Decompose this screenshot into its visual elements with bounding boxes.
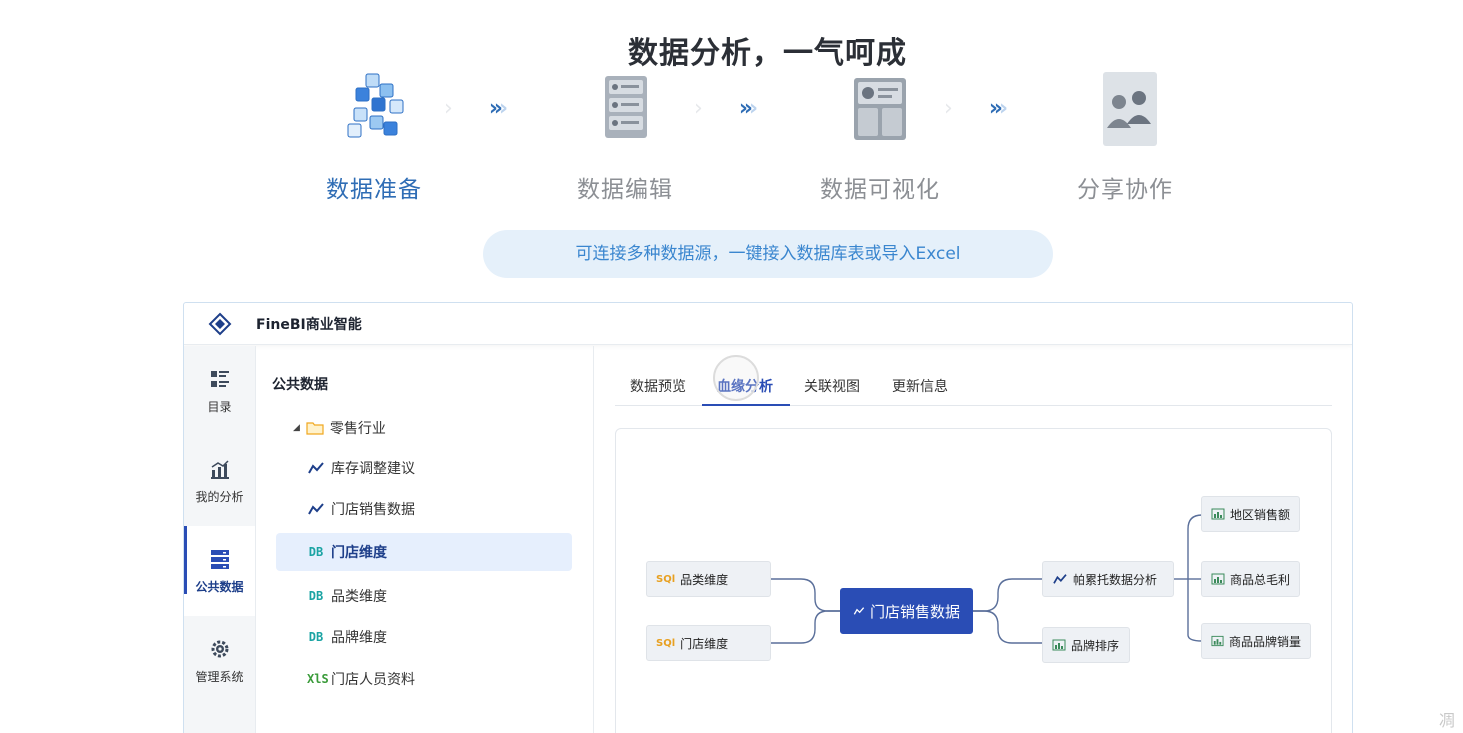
step-label: 数据编辑 xyxy=(577,177,673,203)
excel-icon: XlS xyxy=(307,672,329,686)
node-label: 帕累托数据分析 xyxy=(1073,572,1158,587)
step-share[interactable]: 分享协作 xyxy=(1045,66,1205,204)
analysis-trend-icon xyxy=(1053,574,1067,584)
step-data-edit[interactable]: 数据编辑 xyxy=(545,66,705,204)
sql-icon: SQl xyxy=(656,573,676,585)
tree-item-label: 品类维度 xyxy=(331,589,387,605)
process-steps: 数据准备 › ››› 数据编辑 › ››› 数据可视化 › ››› 分享协作 xyxy=(0,66,1463,206)
step-data-prep[interactable]: 数据准备 xyxy=(294,66,454,204)
db-table-icon: DB xyxy=(308,589,324,603)
tab-relation-view[interactable]: 关联视图 xyxy=(804,376,860,396)
tree-item[interactable]: XlS 门店人员资料 xyxy=(307,660,415,698)
nav-label: 管理系统 xyxy=(195,669,244,684)
tree-item-label: 门店人员资料 xyxy=(331,672,415,688)
lineage-center-node[interactable]: 门店销售数据 xyxy=(840,588,973,634)
component-chart-icon xyxy=(1211,573,1225,585)
node-label: 品类维度 xyxy=(680,572,729,587)
cubes-icon xyxy=(334,66,414,148)
tab-data-preview[interactable]: 数据预览 xyxy=(630,376,686,396)
watermark: 凋 xyxy=(1438,711,1455,730)
lineage-output-node[interactable]: 帕累托数据分析 xyxy=(1042,561,1174,597)
step-label: 数据可视化 xyxy=(820,177,940,203)
active-tab-indicator xyxy=(702,404,790,406)
tree-item-label: 零售行业 xyxy=(329,421,386,437)
db-table-icon: DB xyxy=(308,545,324,559)
tree-item-selected[interactable]: DB 门店维度 xyxy=(276,533,572,571)
tab-bar: 数据预览 血缘分析 关联视图 更新信息 xyxy=(615,355,1332,406)
tree-item-label: 门店维度 xyxy=(331,545,387,561)
dashboard-icon xyxy=(840,66,920,148)
nav-label: 公共数据 xyxy=(195,579,244,594)
tree-item-label: 库存调整建议 xyxy=(331,461,415,477)
app-header: FineBI商业智能 xyxy=(184,303,1352,345)
nav-public-data[interactable]: 公共数据 xyxy=(184,526,255,616)
main-panel: 数据预览 血缘分析 关联视图 更新信息 SQl 品类维度 SQl 门店维度 门店… xyxy=(595,346,1352,733)
step-arrow-icon: › ››› xyxy=(444,96,508,121)
lineage-source-node[interactable]: SQl 门店维度 xyxy=(646,625,771,661)
tree-folder[interactable]: ◢ 零售行业 xyxy=(293,409,386,447)
tree-item-label: 门店销售数据 xyxy=(331,502,415,518)
analysis-trend-icon xyxy=(308,503,324,515)
nav-admin[interactable]: 管理系统 xyxy=(184,616,255,706)
tab-update-info[interactable]: 更新信息 xyxy=(892,376,948,396)
step-label: 数据准备 xyxy=(326,177,422,203)
folder-icon xyxy=(306,422,324,435)
nav-catalog[interactable]: 目录 xyxy=(184,346,255,436)
lineage-leaf-node[interactable]: 商品品牌销量 xyxy=(1201,623,1311,659)
nav-rail: 目录 我的分析 公共数据 管理系统 xyxy=(184,346,256,733)
analysis-trend-icon xyxy=(853,607,865,615)
node-label: 品牌排序 xyxy=(1071,638,1120,653)
database-icon xyxy=(210,549,229,569)
step-label: 分享协作 xyxy=(1077,177,1173,203)
node-label: 商品品牌销量 xyxy=(1228,634,1301,649)
step-arrow-icon: › ››› xyxy=(944,96,1008,121)
node-label: 门店销售数据 xyxy=(869,602,960,621)
node-label: 门店维度 xyxy=(680,636,729,651)
node-label: 地区销售额 xyxy=(1229,507,1290,522)
app-window: FineBI商业智能 目录 我的分析 公共数据 管理系统 公共数据 ◢ 零售行业… xyxy=(183,302,1353,733)
lineage-leaf-node[interactable]: 地区销售额 xyxy=(1201,496,1300,532)
node-label: 商品总毛利 xyxy=(1229,572,1290,587)
app-title: FineBI商业智能 xyxy=(256,316,362,333)
tree-item[interactable]: DB 品类维度 xyxy=(307,577,387,615)
step-data-viz[interactable]: 数据可视化 xyxy=(800,66,960,204)
logo-icon xyxy=(184,312,256,336)
nav-label: 目录 xyxy=(207,399,232,414)
feature-description: 可连接多种数据源，一键接入数据库表或导入Excel xyxy=(483,230,1053,278)
component-chart-icon xyxy=(1052,639,1066,651)
lineage-output-node[interactable]: 品牌排序 xyxy=(1042,627,1130,663)
lineage-leaf-node[interactable]: 商品总毛利 xyxy=(1201,561,1300,597)
lineage-source-node[interactable]: SQl 品类维度 xyxy=(646,561,771,597)
chart-icon xyxy=(210,459,229,479)
analysis-trend-icon xyxy=(308,462,324,474)
nav-my-analysis[interactable]: 我的分析 xyxy=(184,436,255,526)
component-chart-icon xyxy=(1211,508,1225,520)
edit-panels-icon xyxy=(585,66,665,148)
component-chart-icon xyxy=(1211,635,1224,647)
collapse-triangle-icon[interactable]: ◢ xyxy=(293,423,300,433)
catalog-icon xyxy=(210,370,229,387)
sql-icon: SQl xyxy=(656,637,676,649)
cursor-click-indicator xyxy=(713,355,759,401)
data-tree: 公共数据 ◢ 零售行业 库存调整建议 门店销售数据 DB 门店维度 DB 品类维… xyxy=(257,346,594,733)
nav-label: 我的分析 xyxy=(195,489,244,504)
gear-icon xyxy=(211,640,228,657)
db-table-icon: DB xyxy=(308,630,324,644)
users-icon xyxy=(1085,66,1165,148)
tree-header: 公共数据 xyxy=(272,377,328,393)
lineage-canvas: SQl 品类维度 SQl 门店维度 门店销售数据 帕累托数据分析 品牌排序 地区… xyxy=(615,428,1332,733)
tree-item[interactable]: 门店销售数据 xyxy=(307,490,415,528)
tree-item[interactable]: DB 品牌维度 xyxy=(307,618,387,656)
tree-item[interactable]: 库存调整建议 xyxy=(307,449,415,487)
tree-item-label: 品牌维度 xyxy=(331,630,387,646)
step-arrow-icon: › ››› xyxy=(694,96,758,121)
